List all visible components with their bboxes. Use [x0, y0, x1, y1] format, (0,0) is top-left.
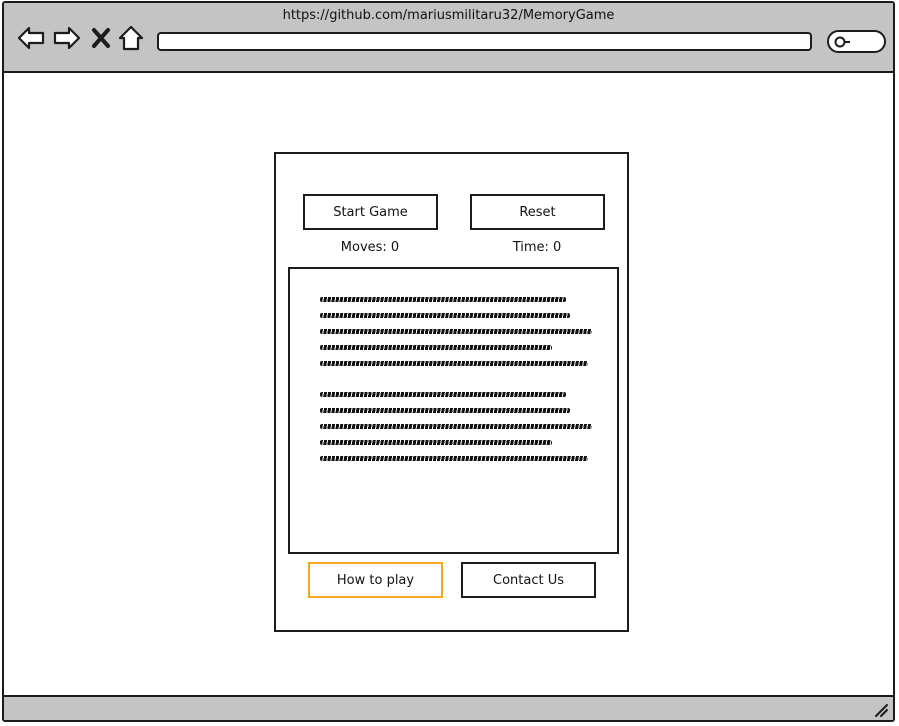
placeholder-text-line — [320, 408, 570, 413]
placeholder-text-line — [320, 313, 570, 318]
how-to-play-button[interactable]: How to play — [308, 562, 443, 598]
memory-game-panel: Start Game Reset Moves: 0 Time: 0 How to… — [274, 152, 629, 632]
close-icon[interactable] — [90, 23, 112, 53]
forward-arrow-icon[interactable] — [52, 23, 82, 53]
moves-counter: Moves: 0 — [340, 240, 400, 255]
time-counter: Time: 0 — [512, 240, 562, 255]
start-game-button[interactable]: Start Game — [303, 194, 438, 230]
browser-status-bar — [4, 695, 893, 720]
address-bar[interactable] — [157, 32, 812, 51]
placeholder-text-line — [320, 424, 592, 429]
reset-button[interactable]: Reset — [470, 194, 605, 230]
resize-grip-icon[interactable] — [873, 702, 889, 718]
search-box[interactable] — [827, 30, 886, 53]
placeholder-text-line — [320, 345, 552, 350]
placeholder-text-line — [320, 329, 592, 334]
search-icon — [834, 36, 850, 48]
placeholder-text-line — [320, 392, 566, 397]
placeholder-text-line — [320, 456, 588, 461]
game-board-text-block — [288, 267, 619, 554]
browser-window: https://github.com/mariusmilitaru32/Memo… — [2, 1, 895, 722]
placeholder-text-line — [320, 440, 552, 445]
placeholder-text-line — [320, 297, 566, 302]
home-icon[interactable] — [118, 23, 144, 53]
contact-us-button[interactable]: Contact Us — [461, 562, 596, 598]
url-label: https://github.com/mariusmilitaru32/Memo… — [282, 8, 615, 23]
placeholder-text-line — [320, 361, 588, 366]
back-arrow-icon[interactable] — [16, 23, 46, 53]
browser-toolbar: https://github.com/mariusmilitaru32/Memo… — [4, 3, 893, 73]
